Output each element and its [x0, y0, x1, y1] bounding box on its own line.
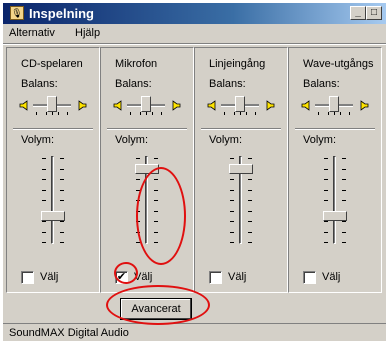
balance-label: Balans:	[303, 78, 340, 90]
balance-ticks	[36, 112, 68, 115]
volume-track[interactable]	[333, 156, 336, 244]
balance-label: Balans:	[115, 78, 152, 90]
speaker-right-icon	[77, 100, 87, 111]
balance-ticks	[224, 112, 256, 115]
balance-slider-thumb[interactable]	[47, 96, 57, 112]
channel-name: Wave-utgångs	[303, 58, 374, 70]
section-divider	[107, 128, 187, 130]
highlight-ellipse-checkbox	[114, 262, 138, 284]
menu-separator	[3, 43, 386, 45]
section-divider	[295, 128, 375, 130]
channel-name: Linjeingång	[209, 58, 266, 70]
speaker-left-icon	[207, 100, 217, 111]
select-checkbox-label[interactable]: Välj	[40, 271, 58, 283]
menu-hjalp[interactable]: Hjälp	[75, 27, 100, 39]
select-checkbox-label[interactable]: Välj	[228, 271, 246, 283]
volume-label: Volym:	[209, 134, 243, 146]
balance-slider-thumb[interactable]	[235, 96, 245, 112]
balance-label: Balans:	[21, 78, 58, 90]
recording-app-icon: 🎙	[10, 6, 24, 20]
speaker-left-icon	[113, 100, 123, 111]
menu-alternativ[interactable]: Alternativ	[9, 27, 55, 39]
speaker-left-icon	[19, 100, 29, 111]
balance-slider-thumb[interactable]	[141, 96, 151, 112]
highlight-ellipse-volume	[136, 167, 186, 265]
select-checkbox[interactable]	[303, 271, 316, 284]
volume-label: Volym:	[21, 134, 55, 146]
channel-0: CD-spelaren Balans: Volym: Välj	[6, 47, 100, 293]
select-checkbox[interactable]	[209, 271, 222, 284]
volume-ticks	[42, 158, 46, 243]
balance-label: Balans:	[209, 78, 246, 90]
select-checkbox[interactable]	[21, 271, 34, 284]
channel-name: Mikrofon	[115, 58, 158, 70]
maximize-button[interactable]: □	[366, 6, 382, 20]
window-title: Inspelning	[29, 6, 94, 21]
balance-ticks	[318, 112, 350, 115]
volume-ticks	[60, 158, 64, 243]
minimize-button[interactable]: _	[350, 6, 366, 20]
volume-slider-thumb[interactable]	[323, 210, 347, 221]
speaker-left-icon	[301, 100, 311, 111]
section-divider	[201, 128, 281, 130]
speaker-right-icon	[171, 100, 181, 111]
volume-label: Volym:	[303, 134, 337, 146]
channel-2: Linjeingång Balans: Volym: Välj	[194, 47, 288, 293]
section-divider	[13, 128, 93, 130]
volume-ticks	[324, 158, 328, 243]
status-bar: SoundMAX Digital Audio	[3, 323, 386, 341]
volume-label: Volym:	[115, 134, 149, 146]
menu-bar: Alternativ Hjälp	[3, 24, 386, 43]
balance-slider-thumb[interactable]	[329, 96, 339, 112]
select-checkbox-label[interactable]: Välj	[322, 271, 340, 283]
title-bar[interactable]: 🎙 Inspelning _ □	[3, 3, 386, 24]
volume-slider-thumb[interactable]	[41, 210, 65, 221]
channel-name: CD-spelaren	[21, 58, 83, 70]
balance-ticks	[130, 112, 162, 115]
volume-track[interactable]	[51, 156, 54, 244]
speaker-right-icon	[359, 100, 369, 111]
status-text: SoundMAX Digital Audio	[9, 327, 129, 339]
highlight-ellipse-advanced	[106, 285, 210, 325]
volume-ticks	[342, 158, 346, 243]
speaker-right-icon	[265, 100, 275, 111]
channel-3: Wave-utgångs Balans: Volym: Välj	[288, 47, 382, 293]
volume-slider-thumb[interactable]	[229, 163, 253, 174]
